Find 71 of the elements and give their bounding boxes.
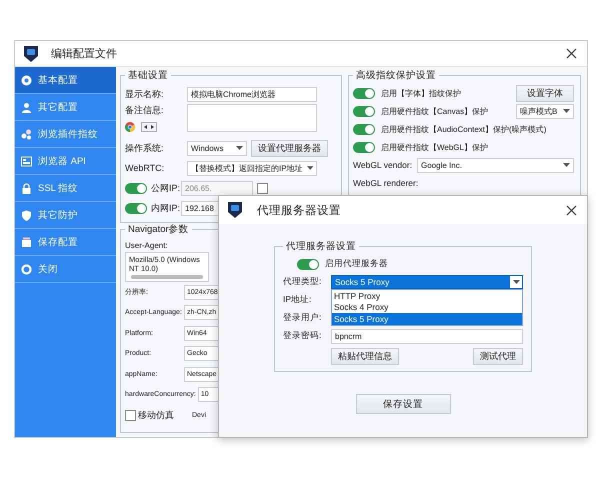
save-settings-button[interactable]: 保存设置 xyxy=(356,394,450,414)
password-field[interactable]: bpncrm xyxy=(331,328,523,344)
noise-mode-select[interactable]: 噪声模式B xyxy=(516,104,574,118)
box-icon xyxy=(21,236,32,248)
test-proxy-button[interactable]: 测试代理 xyxy=(473,348,523,365)
notes-field[interactable] xyxy=(187,104,317,132)
field-label: WebGL vendor: xyxy=(353,160,411,170)
webrtc-select[interactable]: 【替换模式】返回指定的IP地址 xyxy=(187,160,317,176)
field-label: WebRTC: xyxy=(125,163,166,173)
scrollbar[interactable] xyxy=(131,275,203,279)
field-label: 公网IP: xyxy=(151,182,177,194)
left-arrow-button[interactable] xyxy=(142,123,149,131)
sidebar-item[interactable]: 基本配置 xyxy=(15,67,116,94)
toggle-switch[interactable] xyxy=(353,124,375,134)
caret-icon xyxy=(512,280,520,284)
toggle-label: 启用硬件指纹【WebGL】保护 xyxy=(381,142,489,152)
circle-icon xyxy=(21,74,32,86)
close-icon xyxy=(566,204,577,216)
toggle-switch[interactable] xyxy=(297,258,319,270)
dropdown-option[interactable]: Socks 5 Proxy xyxy=(332,313,522,324)
right-arrow-button[interactable] xyxy=(149,123,156,131)
window-title: 编辑配置文件 xyxy=(51,46,118,61)
window-icon xyxy=(21,156,32,166)
caret-icon xyxy=(306,166,313,170)
field-label: User-Agent: xyxy=(125,240,168,250)
display-name-field[interactable]: 模拟电脑Chrome浏览器 xyxy=(187,86,317,102)
field-label: 代理类型: xyxy=(283,276,322,288)
toggle-label: 启用代理服务器 xyxy=(325,258,388,270)
field-label: 显示名称: xyxy=(125,88,165,100)
toggle-switch[interactable] xyxy=(353,142,375,152)
checkbox[interactable] xyxy=(125,410,136,421)
field-label: 内网IP: xyxy=(151,202,177,214)
group-title: 高级指纹保护设置 xyxy=(355,69,437,82)
shield-logo-icon xyxy=(227,201,243,219)
toggle-switch[interactable] xyxy=(125,182,147,194)
os-select[interactable]: Windows xyxy=(187,140,247,156)
user-icon xyxy=(21,102,32,112)
toggle-switch[interactable] xyxy=(125,202,147,214)
webgl-vendor-select[interactable]: Google Inc. xyxy=(417,158,574,172)
font-settings-button[interactable]: 设置字体 xyxy=(516,84,574,102)
field-label: WebGL renderer: xyxy=(353,178,418,188)
toggle-label: 启用硬件指纹【Canvas】保护 xyxy=(381,106,490,116)
toggle-label: 启用硬件指纹【AudioContext】保护(噪声模式) xyxy=(381,124,548,134)
shield-logo-icon xyxy=(23,44,39,62)
proxy-settings-button[interactable]: 设置代理服务器 xyxy=(251,140,328,156)
caret-icon xyxy=(563,109,570,113)
ring-icon xyxy=(21,264,32,274)
close-button[interactable] xyxy=(564,46,579,61)
toggle-switch[interactable] xyxy=(353,106,375,116)
cluster-icon xyxy=(21,128,32,140)
caret-icon xyxy=(563,163,570,167)
checkbox-label: 移动仿真 xyxy=(138,408,175,422)
field-label: 备注信息: xyxy=(125,104,165,117)
toggle-switch[interactable] xyxy=(353,88,375,98)
lock-icon xyxy=(21,182,32,194)
close-button[interactable] xyxy=(564,202,579,218)
field-label: IP地址: xyxy=(283,294,312,306)
close-icon xyxy=(566,48,577,59)
group-title: 代理服务器设置 xyxy=(285,240,357,253)
group-title: 基础设置 xyxy=(127,69,169,82)
field-label: 操作系统: xyxy=(125,142,165,154)
field-label: 登录密码: xyxy=(283,330,322,342)
toggle-label: 启用【字体】指纹保护 xyxy=(381,88,462,98)
shield-icon xyxy=(21,210,32,220)
group-title: Navigator参数 xyxy=(127,224,190,236)
paste-proxy-button[interactable]: 粘贴代理信息 xyxy=(331,348,399,365)
caret-icon xyxy=(236,146,243,150)
browser-icon xyxy=(125,122,135,132)
field-label: 登录用户: xyxy=(283,312,322,324)
dialog-title: 代理服务器设置 xyxy=(257,204,342,218)
checkbox[interactable] xyxy=(257,182,268,194)
